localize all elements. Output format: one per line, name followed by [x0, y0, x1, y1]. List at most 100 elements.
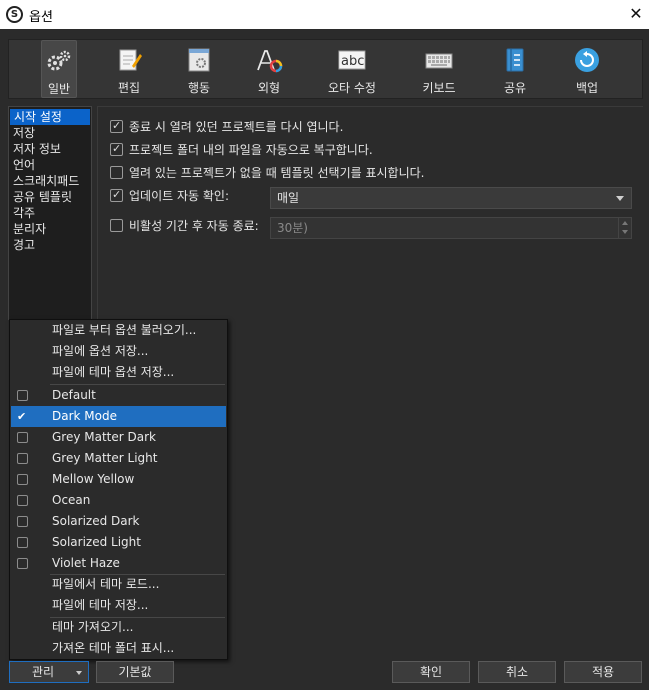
- auto-update-option[interactable]: 업데이트 자동 확인:: [110, 187, 229, 204]
- reopen-projects-option[interactable]: 종료 시 열려 있던 프로젝트를 다시 엽니다.: [110, 118, 344, 135]
- auto-update-checkbox[interactable]: [110, 187, 123, 203]
- theme-checkbox: [17, 537, 28, 548]
- tab-keyboard-label: 키보드: [422, 81, 456, 95]
- close-icon[interactable]: ✕: [623, 0, 649, 29]
- nav-item-separators[interactable]: 분리자: [9, 221, 91, 237]
- menu-theme-ocean[interactable]: Ocean: [11, 490, 226, 511]
- notebook-icon: [506, 48, 524, 72]
- title-bar: S 옵션 ✕: [0, 0, 649, 29]
- tab-backup-label: 백업: [575, 81, 599, 95]
- menu-theme-violet-haze[interactable]: Violet Haze: [11, 553, 226, 574]
- reopen-projects-label: 종료 시 열려 있던 프로젝트를 다시 엽니다.: [129, 120, 344, 134]
- nav-item-scratchpad[interactable]: 스크래치패드: [9, 173, 91, 189]
- theme-label: Ocean: [52, 493, 91, 507]
- nav-item-saving[interactable]: 저장: [9, 125, 91, 141]
- theme-checkbox: [17, 390, 28, 401]
- tab-sharing[interactable]: 공유: [493, 40, 537, 98]
- menu-theme-default[interactable]: Default: [11, 385, 226, 406]
- theme-label: Solarized Dark: [52, 514, 140, 528]
- apply-button[interactable]: 적용: [564, 661, 642, 683]
- theme-checkbox: [17, 474, 28, 485]
- defaults-button[interactable]: 기본값: [96, 661, 174, 683]
- menu-save-theme-options-to-file[interactable]: 파일에 테마 옵션 저장...: [11, 362, 226, 383]
- theme-checkbox: [17, 516, 28, 527]
- auto-recover-option[interactable]: 프로젝트 폴더 내의 파일을 자동으로 복구합니다.: [110, 141, 373, 158]
- tab-general[interactable]: 일반: [41, 40, 77, 98]
- tab-backup[interactable]: 백업: [565, 40, 609, 98]
- tab-behavior-label: 행동: [187, 81, 211, 95]
- menu-save-options-to-file[interactable]: 파일에 옵션 저장...: [11, 341, 226, 362]
- theme-label: Default: [52, 388, 96, 402]
- update-frequency-value: 매일: [277, 191, 300, 205]
- menu-load-options-from-file[interactable]: 파일로 부터 옵션 불러오기...: [11, 320, 226, 341]
- nav-item-language[interactable]: 언어: [9, 157, 91, 173]
- theme-label: Mellow Yellow: [52, 472, 135, 486]
- theme-label: Violet Haze: [52, 556, 120, 570]
- tab-sharing-label: 공유: [503, 81, 527, 95]
- menu-show-imported-themes-folder[interactable]: 가져온 테마 폴더 표시...: [11, 638, 226, 659]
- template-chooser-option[interactable]: 열려 있는 프로젝트가 없을 때 템플릿 선택기를 표시합니다.: [110, 165, 424, 181]
- nav-item-startup[interactable]: 시작 설정: [10, 109, 90, 125]
- menu-theme-mellow-yellow[interactable]: Mellow Yellow: [11, 469, 226, 490]
- scrivener-s-icon: S: [6, 6, 23, 23]
- keyboard-icon: [425, 53, 453, 69]
- tab-corrections-label: 오타 수정: [328, 81, 376, 95]
- stepper-down-icon[interactable]: [622, 230, 628, 234]
- auto-quit-checkbox[interactable]: [110, 219, 123, 232]
- backup-circle-icon: [575, 48, 599, 72]
- cancel-button[interactable]: 취소: [478, 661, 556, 683]
- gears-icon: [47, 50, 71, 71]
- tab-behavior[interactable]: 행동: [177, 40, 221, 98]
- tab-appearance-label: 외형: [257, 81, 281, 95]
- tab-appearance[interactable]: 외형: [247, 40, 291, 98]
- theme-label: Solarized Light: [52, 535, 141, 549]
- checkmark-icon: ✔: [17, 410, 27, 423]
- theme-label: Grey Matter Dark: [52, 430, 156, 444]
- stepper-up-icon[interactable]: [622, 221, 628, 225]
- nav-item-shared-templates[interactable]: 공유 템플릿: [9, 189, 91, 205]
- ok-button[interactable]: 확인: [392, 661, 470, 683]
- settings-category-list: 시작 설정 저장 저자 정보 언어 스크래치패드 공유 템플릿 각주 분리자 경…: [8, 106, 92, 320]
- options-toolbar: 일반 편집 행동 외형 abc 오타 수정 키보드 공유 백업: [8, 39, 643, 99]
- svg-text:abc: abc: [341, 54, 364, 69]
- menu-save-theme-to-file[interactable]: 파일에 테마 저장...: [11, 595, 226, 616]
- idle-time-stepper[interactable]: 30분): [270, 217, 632, 239]
- manage-button[interactable]: 관리: [9, 661, 89, 683]
- nav-item-author-info[interactable]: 저자 정보: [9, 141, 91, 157]
- menu-theme-dark-mode[interactable]: ✔ Dark Mode: [11, 406, 226, 427]
- tab-keyboard[interactable]: 키보드: [417, 40, 461, 98]
- font-color-icon: [257, 50, 283, 73]
- manage-menu: 파일로 부터 옵션 불러오기... 파일에 옵션 저장... 파일에 테마 옵션…: [9, 319, 228, 660]
- tab-editing[interactable]: 편집: [107, 40, 151, 98]
- menu-load-theme-from-file[interactable]: 파일에서 테마 로드...: [11, 574, 226, 595]
- stepper-buttons[interactable]: [618, 218, 631, 238]
- menu-theme-solarized-light[interactable]: Solarized Light: [11, 532, 226, 553]
- theme-label: Grey Matter Light: [52, 451, 158, 465]
- tab-general-label: 일반: [47, 82, 71, 96]
- menu-theme-solarized-dark[interactable]: Solarized Dark: [11, 511, 226, 532]
- template-chooser-checkbox[interactable]: [110, 166, 123, 179]
- auto-update-label: 업데이트 자동 확인:: [129, 189, 229, 203]
- manage-button-label: 관리: [31, 665, 55, 679]
- nav-item-footnotes[interactable]: 각주: [9, 205, 91, 221]
- tab-corrections[interactable]: abc 오타 수정: [319, 40, 385, 98]
- auto-recover-checkbox[interactable]: [110, 141, 123, 157]
- abc-icon: abc: [338, 50, 366, 70]
- auto-recover-label: 프로젝트 폴더 내의 파일을 자동으로 복구합니다.: [129, 143, 373, 157]
- idle-time-value: 30분): [277, 221, 308, 235]
- menu-import-themes[interactable]: 테마 가져오기...: [11, 617, 226, 638]
- nav-item-warnings[interactable]: 경고: [9, 237, 91, 253]
- pencil-pad-icon: [119, 49, 142, 71]
- gear-doc-icon: [188, 48, 210, 72]
- auto-quit-option[interactable]: 비활성 기간 후 자동 종료:: [110, 218, 259, 234]
- menu-theme-grey-matter-dark[interactable]: Grey Matter Dark: [11, 427, 226, 448]
- theme-label: Dark Mode: [52, 409, 117, 423]
- auto-quit-label: 비활성 기간 후 자동 종료:: [129, 219, 259, 233]
- chevron-down-icon: [76, 671, 82, 675]
- tab-editing-label: 편집: [117, 81, 141, 95]
- reopen-projects-checkbox[interactable]: [110, 118, 123, 134]
- theme-checkbox: [17, 432, 28, 443]
- update-frequency-select[interactable]: 매일: [270, 187, 632, 209]
- menu-theme-grey-matter-light[interactable]: Grey Matter Light: [11, 448, 226, 469]
- theme-checkbox: [17, 495, 28, 506]
